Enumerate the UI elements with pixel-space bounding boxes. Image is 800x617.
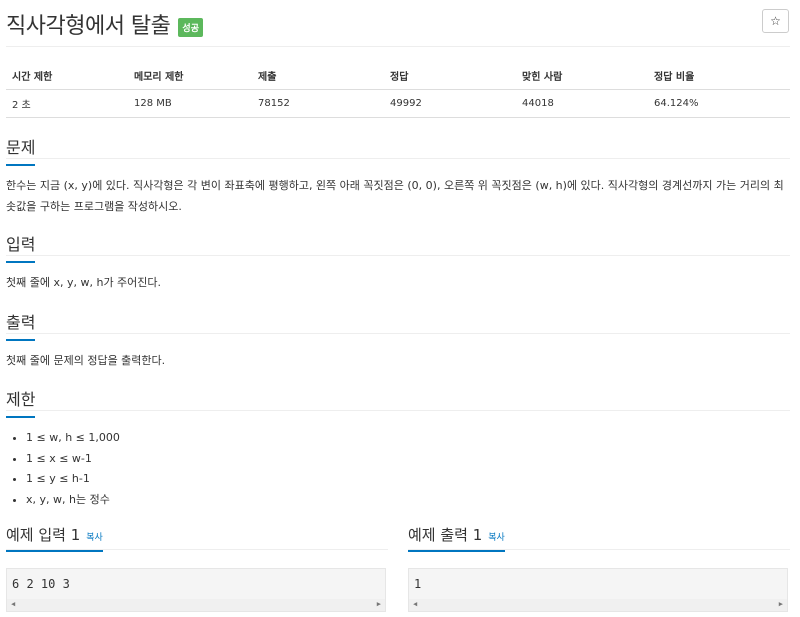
description-text: 한수는 지금 (x, y)에 있다. 직사각형은 각 변이 좌표축에 평행하고,… bbox=[6, 179, 784, 213]
description-section: 문제 한수는 지금 (x, y)에 있다. 직사각형은 각 변이 좌표축에 평행… bbox=[6, 134, 790, 217]
sample-output-title: 예제 출력 1 복사 bbox=[408, 524, 505, 552]
scroll-right-icon[interactable]: ▶ bbox=[377, 600, 381, 608]
solved-users-value[interactable]: 44018 bbox=[516, 89, 648, 118]
star-icon: ☆ bbox=[770, 14, 781, 28]
header-submissions: 제출 bbox=[252, 62, 384, 90]
section-title-limits: 제한 bbox=[6, 386, 36, 418]
memory-limit-value: 128 MB bbox=[128, 89, 252, 118]
time-limit-value: 2 초 bbox=[6, 89, 128, 118]
horizontal-scrollbar[interactable]: ◀ ▶ bbox=[409, 599, 787, 611]
copy-sample-input-button[interactable]: 복사 bbox=[86, 533, 103, 543]
problem-header: 직사각형에서 탈출 성공 bbox=[6, 8, 203, 40]
list-item: 1 ≤ x ≤ w-1 bbox=[26, 449, 790, 470]
accept-ratio-value: 64.124% bbox=[648, 89, 790, 118]
sample-input-content: 6 2 10 3 bbox=[12, 577, 70, 591]
scroll-left-icon[interactable]: ◀ bbox=[11, 600, 15, 608]
input-text: 첫째 줄에 x, y, w, h가 주어진다. bbox=[6, 276, 162, 289]
favorite-button[interactable]: ☆ bbox=[762, 9, 789, 33]
header-accepted: 정답 bbox=[384, 62, 516, 90]
table-row: 2 초 128 MB 78152 49992 44018 64.124% bbox=[6, 89, 790, 118]
header-memory-limit: 메모리 제한 bbox=[128, 62, 252, 90]
input-section: 입력 첫째 줄에 x, y, w, h가 주어진다. bbox=[6, 231, 790, 293]
sample-input-title: 예제 입력 1 복사 bbox=[6, 524, 103, 552]
status-badge: 성공 bbox=[178, 17, 203, 37]
limits-section: 제한 1 ≤ w, h ≤ 1,000 1 ≤ x ≤ w-1 1 ≤ y ≤ … bbox=[6, 386, 790, 510]
problem-info-table: 시간 제한 메모리 제한 제출 정답 맞힌 사람 정답 비율 2 초 128 M… bbox=[6, 62, 790, 118]
list-item: x, y, w, h는 정수 bbox=[26, 490, 790, 511]
section-title-input: 입력 bbox=[6, 231, 36, 263]
scroll-right-icon[interactable]: ▶ bbox=[779, 600, 783, 608]
section-title-description: 문제 bbox=[6, 134, 36, 166]
header-accept-ratio: 정답 비율 bbox=[648, 62, 790, 90]
sample-input-box[interactable]: 6 2 10 3 ◀ ▶ bbox=[6, 568, 386, 612]
submissions-value[interactable]: 78152 bbox=[252, 89, 384, 118]
table-header-row: 시간 제한 메모리 제한 제출 정답 맞힌 사람 정답 비율 bbox=[6, 62, 790, 90]
limits-list: 1 ≤ w, h ≤ 1,000 1 ≤ x ≤ w-1 1 ≤ y ≤ h-1… bbox=[6, 428, 790, 510]
scroll-left-icon[interactable]: ◀ bbox=[413, 600, 417, 608]
horizontal-scrollbar[interactable]: ◀ ▶ bbox=[7, 599, 385, 611]
sample-input-panel: 예제 입력 1 복사 6 2 10 3 ◀ ▶ bbox=[6, 524, 388, 612]
copy-sample-output-button[interactable]: 복사 bbox=[488, 533, 505, 543]
list-item: 1 ≤ y ≤ h-1 bbox=[26, 469, 790, 490]
sample-output-content: 1 bbox=[414, 577, 422, 591]
header-solved-users: 맞힌 사람 bbox=[516, 62, 648, 90]
header-time-limit: 시간 제한 bbox=[6, 62, 128, 90]
sample-output-panel: 예제 출력 1 복사 1 ◀ ▶ bbox=[408, 524, 790, 612]
accepted-value[interactable]: 49992 bbox=[384, 89, 516, 118]
divider bbox=[6, 46, 790, 47]
sample-output-box[interactable]: 1 ◀ ▶ bbox=[408, 568, 788, 612]
page-title: 직사각형에서 탈출 bbox=[6, 14, 171, 39]
section-title-output: 출력 bbox=[6, 309, 36, 341]
output-text: 첫째 줄에 문제의 정답을 출력한다. bbox=[6, 354, 166, 367]
list-item: 1 ≤ w, h ≤ 1,000 bbox=[26, 428, 790, 449]
output-section: 출력 첫째 줄에 문제의 정답을 출력한다. bbox=[6, 309, 790, 371]
